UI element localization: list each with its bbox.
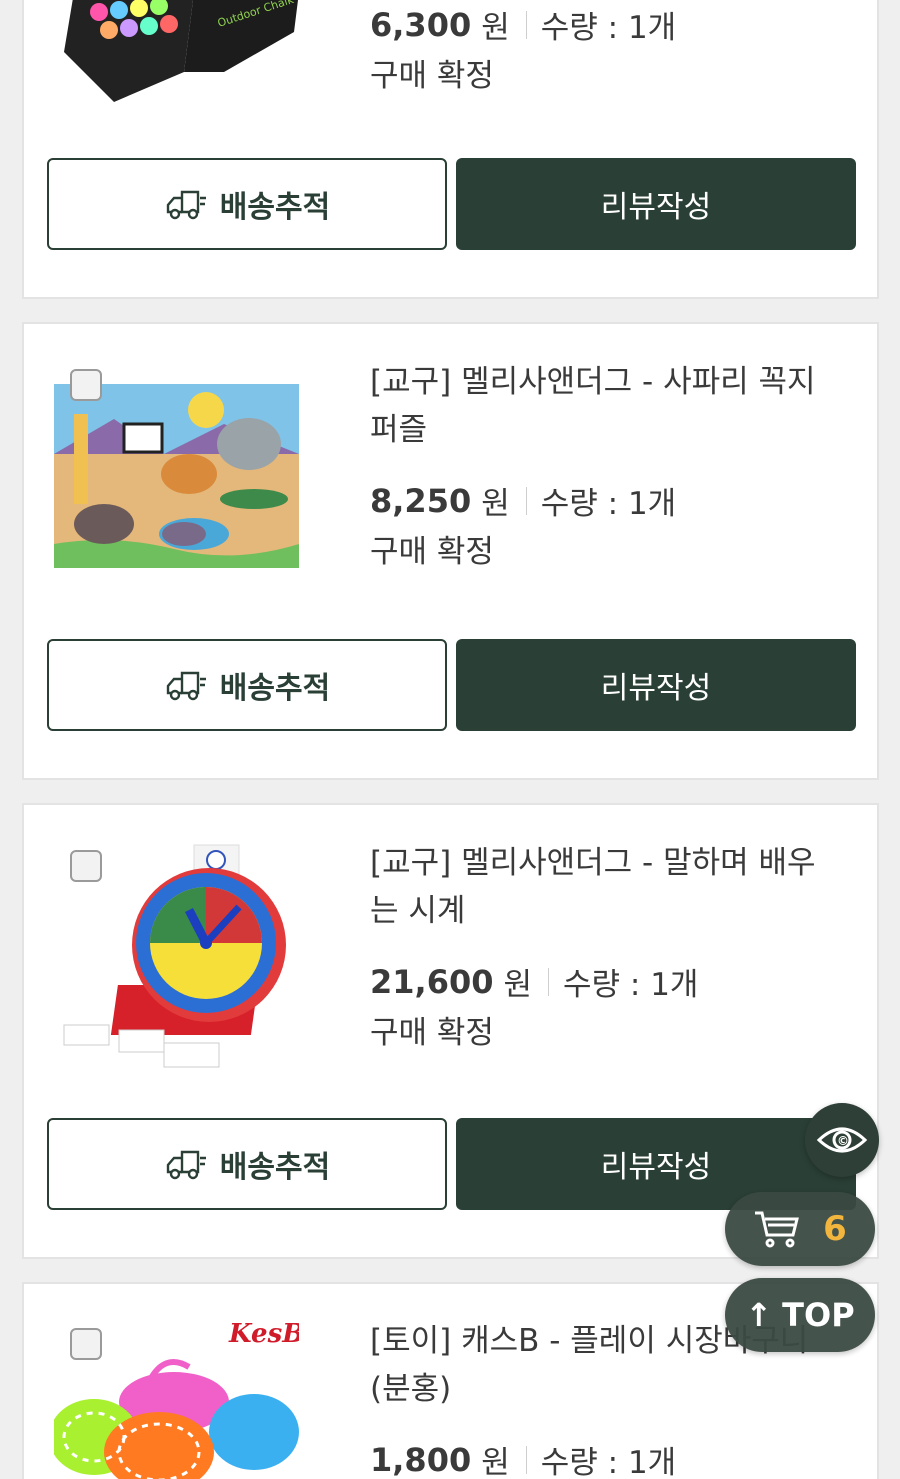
price-line: 21,600 원 수량 : 1개	[370, 959, 698, 1004]
track-shipping-label: 배송추적	[219, 1150, 331, 1185]
write-review-button[interactable]: 리뷰작성	[456, 158, 856, 250]
price-value: 1,800	[370, 1440, 472, 1479]
write-review-label: 리뷰작성	[600, 1150, 712, 1185]
cart-button[interactable]: 6	[725, 1192, 875, 1266]
scroll-to-top-label: TOP	[782, 1296, 855, 1334]
track-shipping-button[interactable]: 배송추적	[47, 158, 447, 250]
item-select-checkbox[interactable]	[70, 369, 102, 401]
divider	[548, 967, 550, 996]
price-line: 1,800 원 수량 : 1개	[370, 1437, 676, 1479]
quantity-label: 수량 : 1개	[540, 486, 677, 522]
order-status: 구매 확정	[370, 58, 494, 94]
price-line: 6,300 원 수량 : 1개	[370, 2, 676, 47]
truck-icon	[166, 671, 206, 701]
currency-label: 원	[481, 1445, 510, 1479]
item-select-checkbox[interactable]	[70, 1328, 102, 1360]
quantity-label: 수량 : 1개	[563, 967, 699, 1003]
divider	[525, 486, 527, 515]
truck-icon	[166, 1150, 206, 1180]
product-title[interactable]: [교구] 멜리사앤더그 - 말하며 배우는 시계	[370, 839, 840, 935]
price-value: 8,250	[370, 481, 472, 520]
arrow-up-icon: ↑	[745, 1296, 773, 1334]
track-shipping-label: 배송추적	[219, 671, 331, 706]
product-thumbnail[interactable]: Outdoor Chalk	[54, 0, 299, 107]
order-status: 구매 확정	[370, 534, 494, 570]
price-line: 8,250 원 수량 : 1개	[370, 478, 676, 523]
track-shipping-button[interactable]: 배송추적	[47, 1118, 447, 1210]
svg-text:KesB: KesB	[228, 1319, 299, 1349]
currency-label: 원	[481, 10, 510, 46]
order-item-card: [교구] 멜리사앤더그 - 말하며 배우는 시계 21,600 원 수량 : 1…	[22, 803, 879, 1259]
price-value: 21,600	[370, 962, 494, 1001]
price-value: 6,300	[370, 5, 472, 44]
quantity-label: 수량 : 1개	[540, 1445, 677, 1479]
truck-icon	[166, 190, 206, 220]
scroll-to-top-button[interactable]: ↑ TOP	[725, 1278, 875, 1352]
order-item-card: [교구] 멜리사앤더그 - 사파리 꼭지 퍼즐 8,250 원 수량 : 1개 …	[22, 322, 879, 780]
currency-label: 원	[481, 486, 510, 522]
recently-viewed-button[interactable]: ©	[805, 1103, 879, 1177]
quantity-label: 수량 : 1개	[540, 10, 677, 46]
order-status: 구매 확정	[370, 1015, 494, 1051]
product-title[interactable]: [교구] 멜리사앤더그 - 사파리 꼭지 퍼즐	[370, 358, 840, 454]
item-select-checkbox[interactable]	[70, 850, 102, 882]
eye-icon: ©	[816, 1127, 868, 1153]
track-shipping-label: 배송추적	[219, 190, 331, 225]
product-thumbnail[interactable]	[54, 384, 299, 568]
divider	[525, 10, 527, 39]
track-shipping-button[interactable]: 배송추적	[47, 639, 447, 731]
cart-count-badge: 6	[823, 1209, 847, 1249]
cart-icon	[755, 1211, 800, 1248]
write-review-label: 리뷰작성	[600, 671, 712, 706]
write-review-button[interactable]: 리뷰작성	[456, 639, 856, 731]
write-review-label: 리뷰작성	[600, 190, 712, 225]
divider	[525, 1445, 527, 1474]
currency-label: 원	[503, 967, 533, 1003]
svg-text:©: ©	[837, 1134, 849, 1148]
order-item-card: Outdoor Chalk 6,300 원 수량 : 1개 구매 확정 배송추적…	[22, 0, 879, 299]
